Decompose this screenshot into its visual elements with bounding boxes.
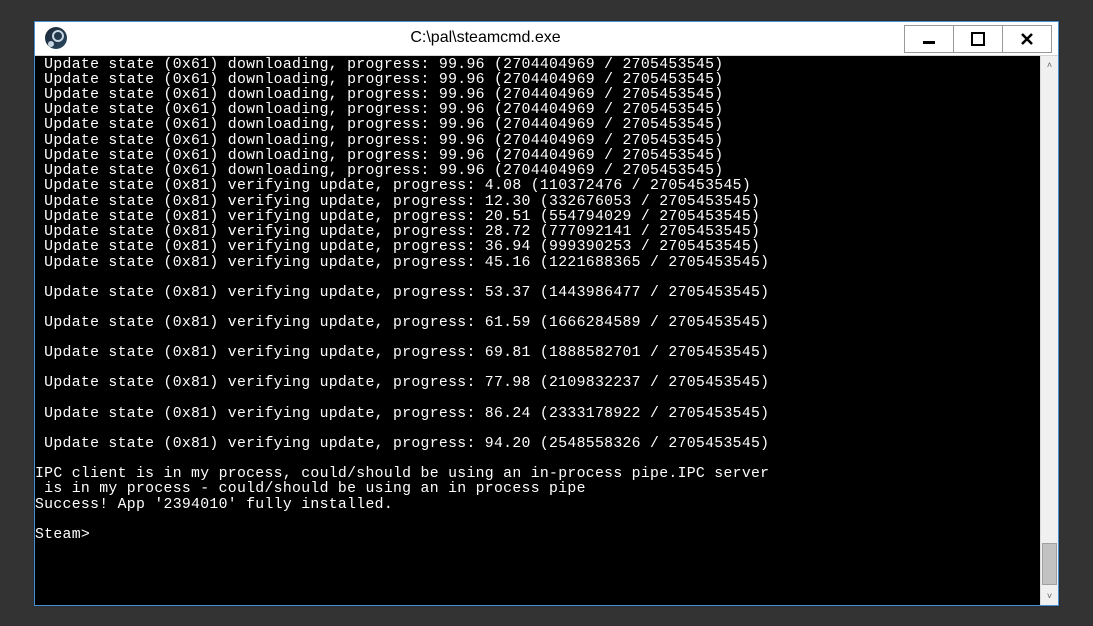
scroll-track[interactable] [1041, 74, 1058, 587]
minimize-icon [922, 32, 936, 46]
terminal-line: IPC client is in my process, could/shoul… [35, 467, 1040, 482]
terminal-line: Update state (0x61) downloading, progres… [35, 118, 1040, 133]
terminal-line: Update state (0x81) verifying update, pr… [35, 286, 1040, 301]
terminal-line [35, 331, 1040, 346]
terminal-line: Update state (0x61) downloading, progres… [35, 149, 1040, 164]
terminal-line: Update state (0x81) verifying update, pr… [35, 407, 1040, 422]
minimize-button[interactable] [904, 25, 954, 53]
steamcmd-window: C:\pal\steamcmd.exe Update state (0x61) … [34, 21, 1059, 606]
terminal-line: Update state (0x81) verifying update, pr… [35, 225, 1040, 240]
window-controls [904, 22, 1058, 55]
scroll-down-button[interactable]: ˅ [1041, 587, 1058, 605]
terminal-line: Update state (0x61) downloading, progres… [35, 73, 1040, 88]
terminal-line: Update state (0x81) verifying update, pr… [35, 316, 1040, 331]
terminal-line: Update state (0x81) verifying update, pr… [35, 240, 1040, 255]
close-button[interactable] [1002, 25, 1052, 53]
terminal-line [35, 513, 1040, 528]
terminal-line: Update state (0x61) downloading, progres… [35, 164, 1040, 179]
scrollbar[interactable]: ˄ ˅ [1040, 56, 1058, 605]
titlebar[interactable]: C:\pal\steamcmd.exe [35, 22, 1058, 56]
terminal-line: Update state (0x61) downloading, progres… [35, 134, 1040, 149]
scroll-up-button[interactable]: ˄ [1041, 56, 1058, 74]
terminal-line: Update state (0x61) downloading, progres… [35, 58, 1040, 73]
terminal-line: Update state (0x81) verifying update, pr… [35, 437, 1040, 452]
terminal-line: Success! App '2394010' fully installed. [35, 498, 1040, 513]
terminal-line: is in my process - could/should be using… [35, 482, 1040, 497]
steam-icon [45, 27, 67, 49]
terminal-line: Update state (0x81) verifying update, pr… [35, 179, 1040, 194]
terminal-line [35, 422, 1040, 437]
terminal-line: Update state (0x61) downloading, progres… [35, 88, 1040, 103]
terminal-line: Steam> [35, 528, 1040, 543]
maximize-icon [971, 32, 985, 46]
close-icon [1020, 32, 1034, 46]
terminal-container: Update state (0x61) downloading, progres… [35, 56, 1058, 605]
terminal-line [35, 271, 1040, 286]
terminal-output[interactable]: Update state (0x61) downloading, progres… [35, 56, 1040, 605]
terminal-line [35, 452, 1040, 467]
terminal-line: Update state (0x61) downloading, progres… [35, 103, 1040, 118]
scroll-thumb[interactable] [1042, 543, 1057, 585]
terminal-line: Update state (0x81) verifying update, pr… [35, 210, 1040, 225]
terminal-line [35, 301, 1040, 316]
terminal-line [35, 392, 1040, 407]
window-title: C:\pal\steamcmd.exe [67, 29, 904, 47]
terminal-line: Update state (0x81) verifying update, pr… [35, 195, 1040, 210]
terminal-line: Update state (0x81) verifying update, pr… [35, 256, 1040, 271]
terminal-line: Update state (0x81) verifying update, pr… [35, 376, 1040, 391]
terminal-line [35, 361, 1040, 376]
maximize-button[interactable] [953, 25, 1003, 53]
terminal-line: Update state (0x81) verifying update, pr… [35, 346, 1040, 361]
